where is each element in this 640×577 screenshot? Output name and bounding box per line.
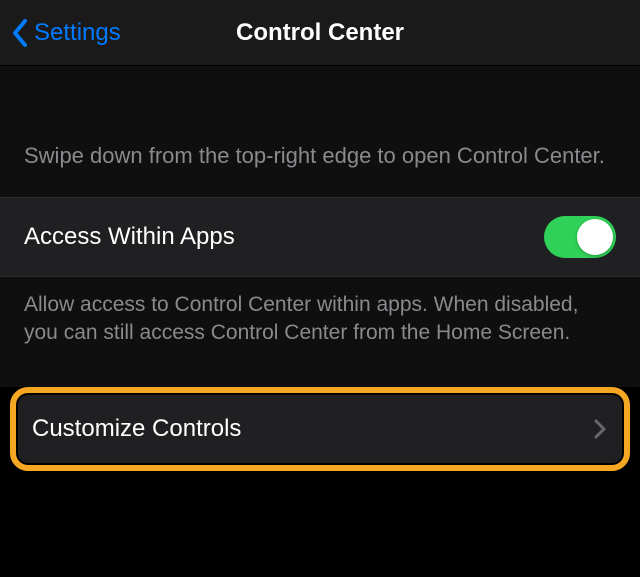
- nav-bar: Settings Control Center: [0, 0, 640, 66]
- access-footer-text: Allow access to Control Center within ap…: [0, 277, 640, 388]
- chevron-right-icon: [594, 419, 606, 439]
- toggle-knob: [577, 219, 613, 255]
- chevron-left-icon: [12, 19, 28, 47]
- access-toggle[interactable]: [544, 216, 616, 258]
- back-label: Settings: [34, 19, 121, 47]
- customize-controls-row[interactable]: Customize Controls: [18, 395, 622, 463]
- highlight-annotation: Customize Controls: [10, 387, 630, 471]
- customize-label: Customize Controls: [32, 415, 241, 443]
- page-title: Control Center: [236, 19, 404, 47]
- intro-description: Swipe down from the top-right edge to op…: [0, 66, 640, 197]
- back-button[interactable]: Settings: [0, 19, 121, 47]
- access-within-apps-row: Access Within Apps: [0, 197, 640, 277]
- access-label: Access Within Apps: [24, 223, 235, 251]
